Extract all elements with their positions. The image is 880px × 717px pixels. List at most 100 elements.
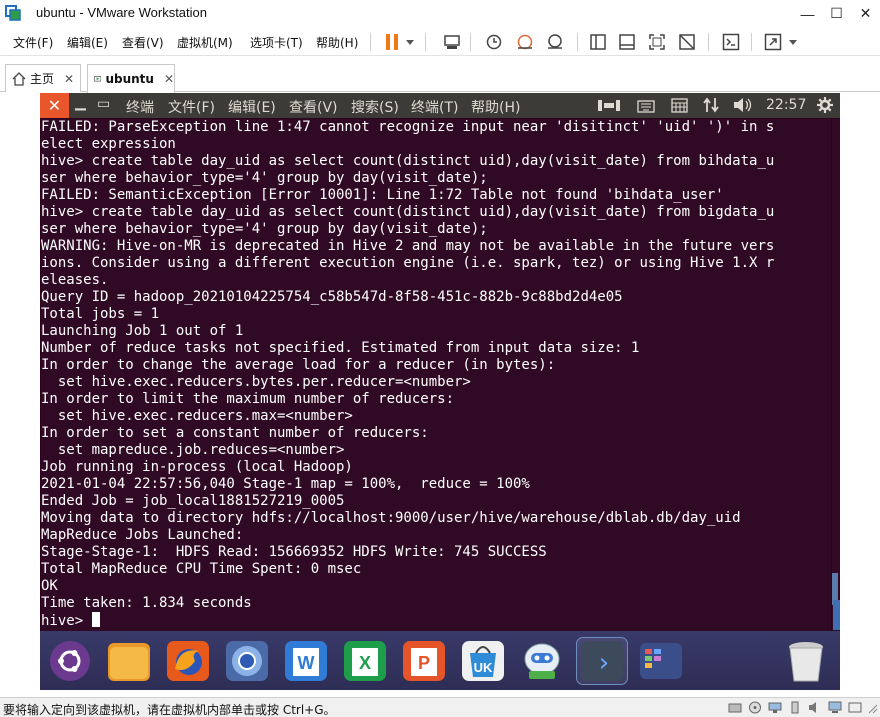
pause-button[interactable] [380, 30, 404, 54]
terminal-line: Query ID = hadoop_20210104225754_c58b547… [41, 289, 623, 305]
cd-drive-icon[interactable] [748, 701, 762, 714]
dock-wps-writer[interactable]: W [281, 638, 331, 684]
terminal-output[interactable]: FAILED: ParseException line 1:47 cannot … [41, 119, 831, 631]
messages-icon[interactable] [848, 701, 862, 714]
hard-disk-icon[interactable] [728, 701, 742, 714]
terminal-menu-help[interactable]: 帮助(H) [471, 97, 520, 117]
dock-firefox[interactable] [163, 638, 213, 684]
terminal-line: Stage-Stage-1: HDFS Read: 156669352 HDFS… [41, 544, 547, 560]
chromium-icon [226, 641, 268, 681]
terminal-menu-file[interactable]: 文件(F) [168, 97, 215, 117]
volume-icon[interactable] [733, 97, 753, 113]
terminal-prompt-line[interactable]: hive> [41, 612, 831, 629]
tab-ubuntu[interactable]: ubuntu ✕ [87, 64, 175, 93]
dock-wps-presentation[interactable]: P [399, 638, 449, 684]
status-message: 要将输入定向到该虚拟机，请在虚拟机内部单击或按 Ctrl+G。 [3, 703, 336, 717]
dock-ubuntu-logo[interactable] [45, 638, 95, 684]
dock-wps-spreadsheets[interactable]: X [340, 638, 390, 684]
thumbnail-bar-button[interactable] [615, 30, 639, 54]
network-adapter-icon[interactable] [768, 701, 782, 714]
terminal-menu-terminal[interactable]: 终端(T) [411, 97, 458, 117]
menu-vm[interactable]: 虚拟机(M) [177, 34, 233, 51]
close-window-button[interactable]: ✕ [851, 0, 880, 27]
library-icon [590, 34, 606, 50]
software-center-icon: UK [462, 641, 504, 681]
snapshot-button[interactable] [482, 30, 506, 54]
vm-view-scrollbar-thumb[interactable] [833, 600, 840, 630]
display-icon[interactable] [828, 701, 842, 714]
home-icon [12, 71, 26, 86]
menu-view[interactable]: 查看(V) [122, 34, 164, 51]
console-icon [722, 33, 740, 51]
ubuntu-dock: W X P UK › [40, 631, 840, 690]
trash-icon [789, 642, 823, 682]
terminal-scroll-track[interactable] [832, 119, 840, 631]
clock[interactable]: 22:57 [766, 97, 806, 113]
close-tab-ubuntu-icon[interactable]: ✕ [164, 72, 174, 86]
network-icon[interactable] [703, 97, 719, 113]
menu-edit[interactable]: 编辑(E) [67, 34, 108, 51]
terminal-line: OK [41, 578, 58, 594]
show-library-button[interactable] [586, 30, 610, 54]
svg-text:UK: UK [474, 660, 493, 675]
terminal-line: set hive.exec.reducers.bytes.per.reducer… [41, 374, 471, 390]
snapshot-manager-button[interactable] [543, 30, 567, 54]
window-title: ubuntu - VMware Workstation [36, 5, 207, 20]
chevron-down-icon [789, 39, 797, 45]
sound-card-icon[interactable] [808, 701, 822, 714]
tab-home[interactable]: 主页 ✕ [5, 64, 81, 92]
input-method-icon[interactable] [598, 99, 620, 112]
console-view-button[interactable] [719, 30, 743, 54]
terminal-line: FAILED: ParseException line 1:47 cannot … [41, 119, 775, 135]
send-ctrl-alt-del-button[interactable] [440, 30, 464, 54]
unity-mode-button[interactable] [675, 30, 699, 54]
menu-help[interactable]: 帮助(H) [316, 34, 358, 51]
terminal-menu-search[interactable]: 搜索(S) [351, 97, 399, 117]
stretch-guest-button[interactable] [761, 30, 785, 54]
minimize-button[interactable]: — [793, 0, 822, 27]
terminal-line: Number of reduce tasks not specified. Es… [41, 340, 640, 356]
vm-display[interactable]: ✕ ▁ ▭ 终端 文件(F) 编辑(E) 查看(V) 搜索(S) 终端(T) 帮… [40, 93, 840, 690]
terminal-line: Job running in-process (local Hadoop) [41, 459, 353, 475]
dock-terminal[interactable]: › [576, 637, 628, 685]
tab-ubuntu-label: ubuntu [105, 72, 154, 86]
maximize-button[interactable]: ☐ [822, 0, 851, 27]
terminal-menu-view[interactable]: 查看(V) [289, 97, 338, 117]
frame-left [0, 92, 40, 689]
terminal-line: Launching Job 1 out of 1 [41, 323, 244, 339]
terminal-line: hive> create table day_uid as select cou… [41, 204, 775, 220]
menu-tabs[interactable]: 选项卡(T) [250, 34, 303, 51]
revert-snapshot-icon [517, 34, 533, 50]
dock-software-center[interactable]: UK [458, 638, 508, 684]
resize-grip-icon[interactable] [865, 701, 879, 714]
terminal-close-button[interactable]: ✕ [40, 93, 69, 118]
power-dropdown-button[interactable] [403, 30, 417, 54]
terminal-line: In order to change the average load for … [41, 357, 556, 373]
vm-running-icon [94, 76, 102, 82]
gear-icon[interactable] [816, 96, 834, 114]
snapshot-manager-icon [548, 34, 562, 49]
terminal-line: 2021-01-04 22:57:56,040 Stage-1 map = 10… [41, 476, 530, 492]
usb-icon[interactable] [788, 701, 802, 714]
close-tab-home-icon[interactable]: ✕ [64, 72, 74, 86]
dock-files[interactable] [104, 638, 154, 684]
snapshot-icon [486, 34, 502, 50]
terminal-line: eleases. [41, 272, 109, 288]
dock-update-manager[interactable] [517, 638, 567, 684]
vm-tab-bar: 主页 ✕ ubuntu ✕ [0, 62, 880, 93]
dock-chromium[interactable] [222, 638, 272, 684]
dock-workspace-switcher[interactable] [636, 638, 686, 684]
terminal-minimize-button[interactable]: ▁ [75, 95, 86, 111]
terminal-restore-button[interactable]: ▭ [97, 96, 110, 112]
dock-trash[interactable] [781, 638, 831, 684]
window-titlebar: ubuntu - VMware Workstation — ☐ ✕ [0, 0, 880, 27]
calendar-icon[interactable] [671, 97, 688, 113]
revert-snapshot-button[interactable] [513, 30, 537, 54]
full-screen-button[interactable] [645, 30, 669, 54]
terminal-menu-edit[interactable]: 编辑(E) [228, 97, 276, 117]
keyboard-icon[interactable] [637, 98, 655, 113]
menu-file[interactable]: 文件(F) [13, 34, 53, 51]
svg-text:W: W [298, 653, 315, 673]
terminal-icon: › [581, 641, 623, 681]
stretch-dropdown-button[interactable] [786, 30, 800, 54]
